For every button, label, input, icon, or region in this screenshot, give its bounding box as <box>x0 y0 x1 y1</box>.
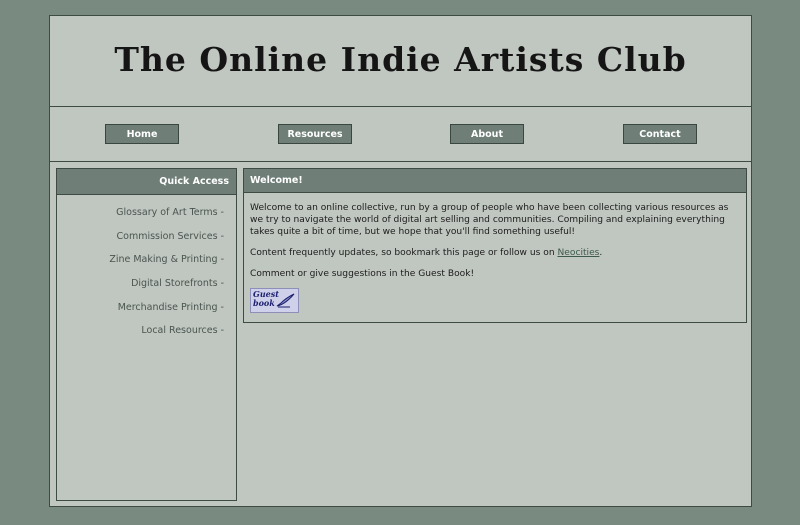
sidebar-list: Glossary of Art Terms - Commission Servi… <box>57 195 236 343</box>
guestbook-button[interactable]: Guest book <box>250 288 299 313</box>
sidebar: Quick Access Glossary of Art Terms - Com… <box>56 168 237 501</box>
nav-about-button[interactable]: About <box>450 124 524 144</box>
sidebar-item-glossary[interactable]: Glossary of Art Terms - <box>57 201 236 225</box>
site-title: The Online Indie Artists Club <box>114 39 687 79</box>
quill-pen-icon <box>276 293 296 312</box>
nav-bar: Home Resources About Contact <box>50 107 751 162</box>
sidebar-heading: Quick Access <box>57 169 236 195</box>
nav-home-button[interactable]: Home <box>105 124 179 144</box>
sidebar-item-commission-services[interactable]: Commission Services - <box>57 225 236 249</box>
guestbook-note: Comment or give suggestions in the Guest… <box>250 269 475 279</box>
nav-resources-button[interactable]: Resources <box>278 124 352 144</box>
updates-text: Content frequently updates, so bookmark … <box>250 247 740 259</box>
page-container: The Online Indie Artists Club Home Resou… <box>49 15 752 507</box>
intro-text: Welcome to an online collective, run by … <box>250 203 729 237</box>
welcome-panel: Welcome! Welcome to an online collective… <box>243 168 747 323</box>
sidebar-item-digital-storefronts[interactable]: Digital Storefronts - <box>57 272 236 296</box>
nav-contact-button[interactable]: Contact <box>623 124 697 144</box>
site-header: The Online Indie Artists Club <box>50 16 751 107</box>
sidebar-item-merchandise-printing[interactable]: Merchandise Printing - <box>57 295 236 319</box>
sidebar-item-zine-making[interactable]: Zine Making & Printing - <box>57 248 236 272</box>
welcome-body: Welcome to an online collective, run by … <box>244 193 746 313</box>
updates-suffix: . <box>599 248 603 258</box>
neocities-link[interactable]: Neocities <box>558 248 600 258</box>
sidebar-item-local-resources[interactable]: Local Resources - <box>57 319 236 343</box>
welcome-heading: Welcome! <box>244 169 746 193</box>
updates-prefix: Content frequently updates, so bookmark … <box>250 248 558 258</box>
